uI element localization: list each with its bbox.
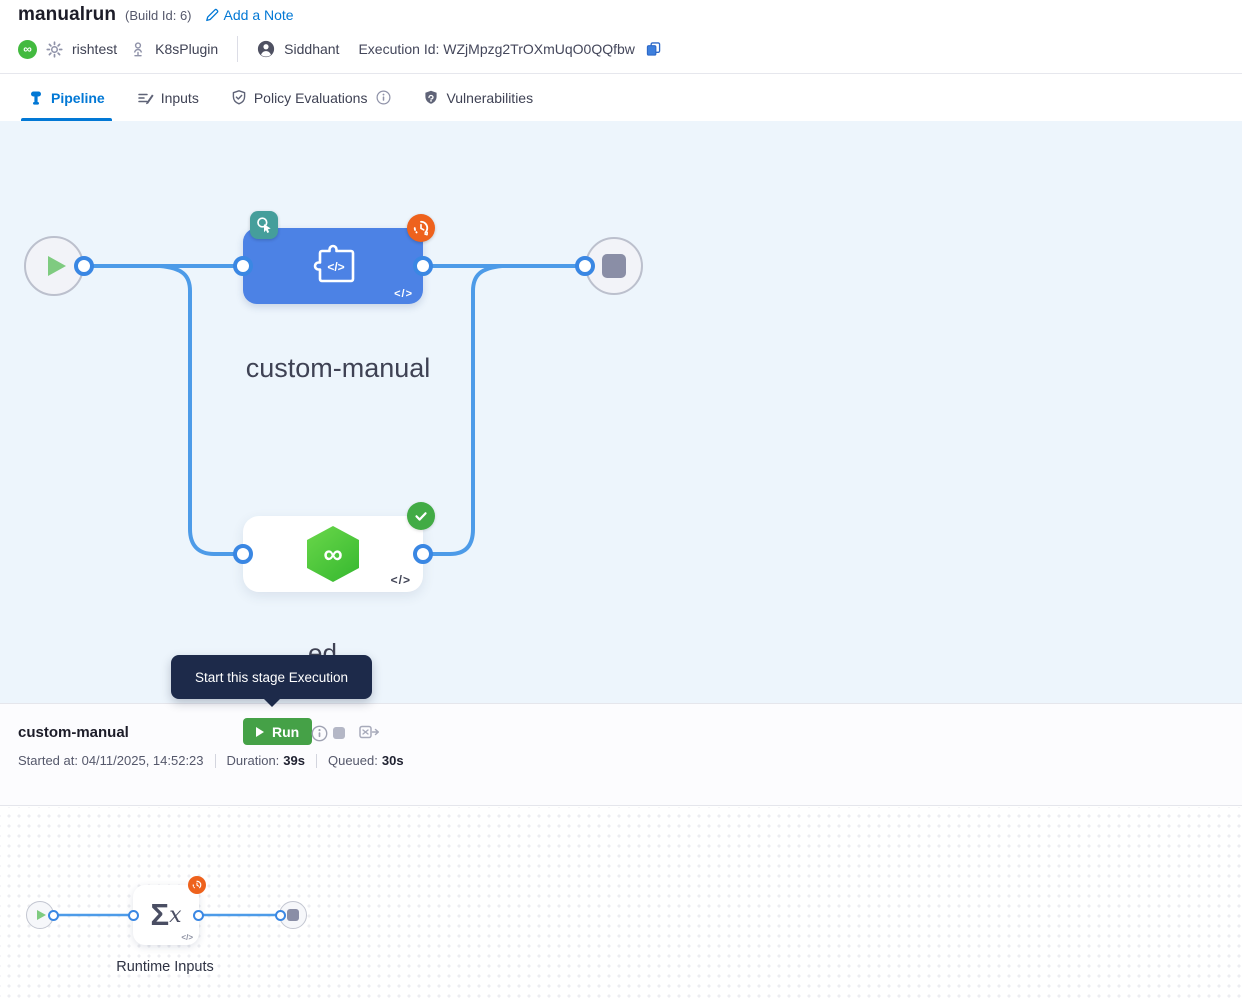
skip-stage-icon[interactable] xyxy=(359,725,380,740)
click-icon xyxy=(254,215,274,235)
step-node-harness[interactable]: ∞ </> xyxy=(243,516,423,592)
play-icon xyxy=(46,254,68,278)
runtime-inputs-label: Runtime Inputs xyxy=(94,959,236,975)
build-id-label: (Build Id: 6) xyxy=(125,8,191,23)
clock-icon xyxy=(191,879,203,891)
divider xyxy=(316,754,317,768)
sigma-x: x xyxy=(169,903,181,928)
pipeline-edges xyxy=(0,121,1242,703)
connector-dot[interactable] xyxy=(413,256,433,276)
stage-execution-canvas[interactable]: Σx </> Runtime Inputs xyxy=(0,807,1242,1001)
tab-policy-evaluations[interactable]: Policy Evaluations xyxy=(224,74,399,121)
divider xyxy=(237,36,238,62)
duration-label: Duration: xyxy=(227,753,280,768)
execution-id: Execution Id: WZjMpzg2TrOXmUqO0QQfbw xyxy=(358,41,634,57)
info-icon[interactable] xyxy=(311,725,328,742)
policy-shield-icon xyxy=(231,89,247,106)
project-name[interactable]: rishtest xyxy=(72,41,117,57)
tab-vulnerabilities[interactable]: Vulnerabilities xyxy=(416,74,540,121)
connector-dot[interactable] xyxy=(413,544,433,564)
svg-text:</>: </> xyxy=(327,260,344,274)
harness-hexagon-icon: ∞ xyxy=(307,526,359,582)
stop-icon xyxy=(287,909,299,921)
tab-pipeline-label: Pipeline xyxy=(51,90,105,106)
vulnerabilities-shield-icon xyxy=(423,89,439,106)
add-note-link[interactable]: Add a Note xyxy=(205,7,294,23)
connector-dot[interactable] xyxy=(275,910,286,921)
stage-node-custom-manual[interactable]: </> </> xyxy=(243,228,423,304)
connector-dot[interactable] xyxy=(575,256,595,276)
manual-trigger-badge xyxy=(250,211,278,239)
started-at-text: Started at: 04/11/2025, 14:52:23 xyxy=(18,753,204,768)
timeout-badge xyxy=(188,876,206,894)
yaml-code-glyph: </> xyxy=(391,573,411,587)
stage-stats: Started at: 04/11/2025, 14:52:23 Duratio… xyxy=(18,753,404,768)
plugin-step-icon: </> xyxy=(308,243,358,289)
connector-dot[interactable] xyxy=(48,910,59,921)
stage-detail-bar: custom-manual Run Started at: 04/11/2025… xyxy=(0,703,1242,806)
page-title: manualrun xyxy=(18,4,116,26)
stage-name: custom-manual xyxy=(18,724,129,741)
tab-vulnerabilities-label: Vulnerabilities xyxy=(446,90,533,106)
user-icon xyxy=(257,40,275,58)
run-tooltip: Start this stage Execution xyxy=(171,655,372,699)
add-note-label: Add a Note xyxy=(224,7,294,23)
timeout-badge xyxy=(407,214,435,242)
stage-label[interactable]: custom-manual xyxy=(220,353,456,384)
pencil-icon xyxy=(205,8,219,22)
queued-value: 30s xyxy=(382,753,404,768)
play-icon xyxy=(256,727,264,737)
header: manualrun (Build Id: 6) Add a Note ∞ ris… xyxy=(0,0,1242,73)
user-name: Siddhant xyxy=(284,41,339,57)
run-button-label: Run xyxy=(272,724,299,740)
tooltip-text: Start this stage Execution xyxy=(195,670,348,685)
check-icon xyxy=(412,507,430,525)
stop-icon xyxy=(602,254,626,278)
copy-icon[interactable] xyxy=(646,41,661,57)
tab-bar: Pipeline Inputs Policy Evaluations xyxy=(0,73,1242,121)
runtime-inputs-step-node[interactable]: Σx </> xyxy=(133,885,199,945)
queued-label: Queued: xyxy=(328,753,378,768)
pipeline-canvas[interactable]: </> </> custom-manual ∞ </> xyxy=(0,121,1242,703)
duration-value: 39s xyxy=(283,753,305,768)
play-icon xyxy=(36,909,47,921)
connector-dot[interactable] xyxy=(74,256,94,276)
plugin-name[interactable]: K8sPlugin xyxy=(155,41,218,57)
connector-dot[interactable] xyxy=(233,256,253,276)
yaml-code-glyph: </> xyxy=(181,933,193,942)
delegate-icon xyxy=(130,41,146,58)
gear-icon xyxy=(46,41,63,58)
stop-stage-icon[interactable] xyxy=(333,727,345,739)
tab-inputs-label: Inputs xyxy=(161,90,199,106)
info-icon xyxy=(376,90,391,105)
inputs-icon xyxy=(137,90,154,106)
connector-dot[interactable] xyxy=(128,910,139,921)
tab-pipeline[interactable]: Pipeline xyxy=(21,74,112,121)
sigma-icon: Σ xyxy=(150,897,169,933)
divider xyxy=(215,754,216,768)
tab-inputs[interactable]: Inputs xyxy=(130,74,206,121)
harness-logo-icon: ∞ xyxy=(18,40,37,59)
run-button[interactable]: Run xyxy=(243,718,312,745)
execution-page: manualrun (Build Id: 6) Add a Note ∞ ris… xyxy=(0,0,1242,1001)
tab-policy-label: Policy Evaluations xyxy=(254,90,368,106)
yaml-code-glyph: </> xyxy=(394,288,413,300)
pipeline-icon xyxy=(28,90,44,106)
connector-dot[interactable] xyxy=(193,910,204,921)
success-check-badge xyxy=(407,502,435,530)
clock-icon xyxy=(411,218,431,238)
connector-dot[interactable] xyxy=(233,544,253,564)
